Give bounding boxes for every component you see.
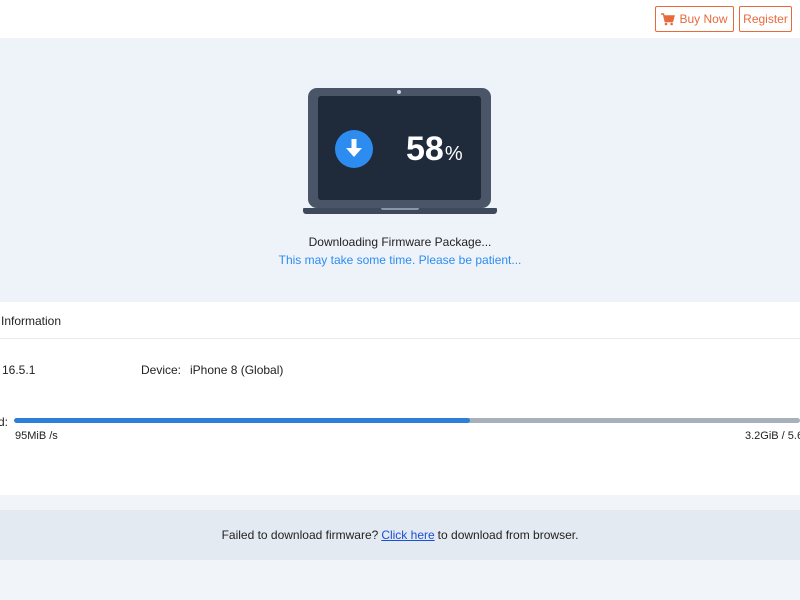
percent-value: 58 [406, 130, 444, 168]
device-value: iPhone 8 (Global) [190, 363, 284, 377]
cart-icon [661, 12, 676, 25]
laptop-camera [397, 90, 401, 94]
footer-spacer [0, 495, 800, 510]
device-label: Device: [141, 363, 182, 377]
download-speed-value: 95MiB /s [15, 430, 58, 442]
download-percentage: 58% [406, 130, 463, 173]
bottom-area [0, 560, 800, 600]
information-panel: Information 16.5.1 Device: iPhone 8 (Glo… [0, 302, 800, 495]
download-status-text: Downloading Firmware Package... [308, 235, 492, 249]
percent-sign: % [444, 143, 463, 165]
browser-download-footer: Failed to download firmware? Click here … [0, 510, 800, 560]
download-hero: 58% Downloading Firmware Package... This… [0, 38, 800, 302]
laptop-screen: 58% [318, 96, 481, 200]
register-button[interactable]: Register [739, 6, 792, 32]
buy-now-button[interactable]: Buy Now [655, 6, 734, 32]
register-label: Register [743, 12, 788, 26]
laptop-notch [381, 208, 419, 210]
ios-version-value: 16.5.1 [2, 363, 36, 377]
footer-text-before: Failed to download firmware? [221, 528, 379, 542]
download-arrow-icon [335, 130, 373, 168]
click-here-link[interactable]: Click here [381, 528, 434, 542]
laptop-base [303, 208, 497, 214]
buy-now-label: Buy Now [679, 12, 728, 26]
speed-label: d: [0, 415, 9, 429]
download-progress-bar [14, 418, 800, 423]
patience-hint-text: This may take some time. Please be patie… [278, 253, 522, 267]
top-bar: Buy Now Register [0, 0, 800, 38]
laptop-illustration: 58% [303, 88, 497, 215]
information-header: Information [0, 302, 800, 339]
laptop-screen-frame: 58% [308, 88, 491, 208]
download-progress-fill [14, 418, 470, 423]
download-size-value: 3.2GiB / 5.6 [745, 430, 800, 442]
information-title: Information [1, 314, 62, 328]
footer-text-after: to download from browser. [437, 528, 579, 542]
